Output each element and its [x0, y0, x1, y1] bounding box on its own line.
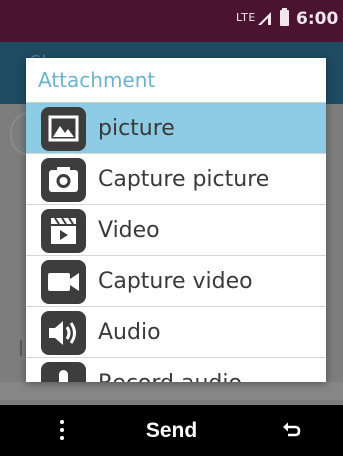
audio-icon	[41, 311, 86, 355]
softkey-bar: Send	[0, 405, 343, 456]
list-item-label: Capture picture	[98, 167, 270, 192]
list-item-label: Audio	[98, 320, 161, 345]
signal-icon-cutout	[261, 18, 268, 25]
camera-icon	[41, 158, 86, 202]
battery-icon	[280, 8, 289, 26]
screen: LTE 6:00 Share Attachment picture	[0, 0, 343, 456]
list-item-picture[interactable]: picture	[26, 103, 326, 154]
status-time: 6:00	[296, 9, 339, 29]
status-bar: LTE 6:00	[0, 0, 343, 42]
list-item-label: Capture video	[98, 269, 253, 294]
picture-icon	[41, 107, 86, 151]
list-item-audio[interactable]: Audio	[26, 307, 326, 358]
network-type: LTE	[236, 11, 256, 24]
microphone-icon	[41, 362, 86, 382]
background-cursor	[20, 340, 22, 356]
dialog-title: Attachment	[38, 68, 156, 92]
video-icon	[41, 209, 86, 253]
list-item-label: Video	[98, 218, 160, 243]
video-camera-icon	[41, 260, 86, 304]
list-item-capture-picture[interactable]: Capture picture	[26, 154, 326, 205]
list-item-label: Record audio	[98, 358, 242, 382]
list-item-capture-video[interactable]: Capture video	[26, 256, 326, 307]
attachment-dialog: Attachment picture Capture picture Video…	[26, 58, 326, 382]
list-item-record-audio[interactable]: Record audio	[26, 358, 326, 382]
list-item-video[interactable]: Video	[26, 205, 326, 256]
list-item-label: picture	[98, 116, 175, 141]
background-divider	[0, 382, 343, 400]
back-icon[interactable]	[280, 419, 302, 441]
